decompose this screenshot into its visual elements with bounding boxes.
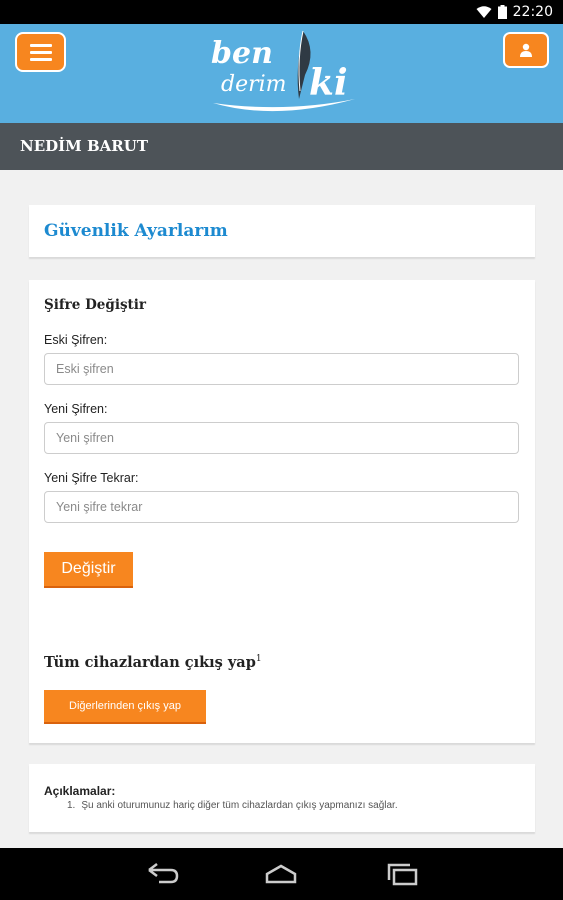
system-nav-bar — [0, 848, 563, 900]
profile-name: NEDİM BARUT — [20, 137, 149, 155]
new-password-label: Yeni Şifren: — [44, 402, 108, 416]
benderimki-logo[interactable]: ben derim ki — [205, 29, 365, 117]
old-password-input[interactable] — [44, 353, 519, 385]
profile-name-bar: NEDİM BARUT — [0, 123, 563, 170]
footnote-marker: 1 — [255, 654, 262, 665]
status-bar: 22:20 — [0, 0, 563, 24]
recent-apps-icon[interactable] — [384, 862, 420, 886]
old-password-label: Eski Şifren: — [44, 333, 108, 347]
user-button[interactable] — [503, 32, 549, 68]
svg-text:ben: ben — [211, 36, 273, 71]
hamburger-icon — [29, 43, 52, 47]
security-form-card: Şifre Değiştir Eski Şifren: Yeni Şifren:… — [29, 280, 535, 743]
new-password-input[interactable] — [44, 422, 519, 454]
home-icon[interactable] — [263, 862, 299, 886]
main-content: Güvenlik Ayarlarım Şifre Değiştir Eski Ş… — [0, 170, 563, 848]
status-time: 22:20 — [512, 4, 553, 20]
wifi-icon — [476, 5, 492, 18]
battery-icon — [497, 5, 507, 19]
notes-list: 1. Şu anki oturumunuz hariç diğer tüm cih… — [67, 800, 398, 811]
logout-all-title: Tüm cihazlardan çıkış yap1 — [44, 654, 262, 671]
change-password-button[interactable]: Değiştir — [44, 552, 133, 588]
user-icon — [520, 43, 532, 57]
logout-others-button[interactable]: Diğerlerinden çıkış yap — [44, 690, 206, 724]
repeat-password-label: Yeni Şifre Tekrar: — [44, 471, 139, 485]
app-header: ben derim ki — [0, 24, 563, 123]
notes-title: Açıklamalar: — [44, 784, 116, 798]
page-title: Güvenlik Ayarlarım — [44, 221, 228, 241]
list-item: 1. Şu anki oturumunuz hariç diğer tüm cih… — [67, 800, 398, 811]
svg-text:derim: derim — [221, 72, 287, 97]
back-icon[interactable] — [145, 862, 181, 886]
svg-text:ki: ki — [309, 62, 348, 104]
change-password-title: Şifre Değiştir — [44, 297, 147, 313]
page-title-card: Güvenlik Ayarlarım — [29, 205, 535, 257]
repeat-password-input[interactable] — [44, 491, 519, 523]
notes-card: Açıklamalar: 1. Şu anki oturumunuz hariç … — [29, 764, 535, 832]
menu-button[interactable] — [15, 32, 66, 72]
